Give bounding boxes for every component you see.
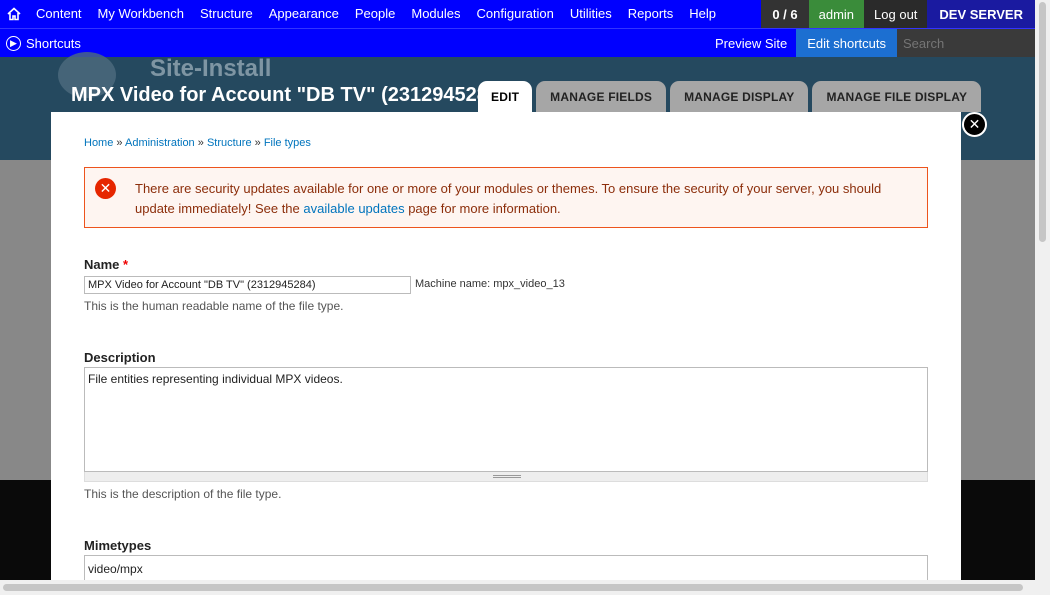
required-marker: * bbox=[123, 257, 129, 272]
tab-manage-fields[interactable]: MANAGE FIELDS bbox=[536, 81, 667, 112]
shortcuts-label: Shortcuts bbox=[26, 35, 81, 51]
edit-shortcuts-link[interactable]: Edit shortcuts bbox=[796, 29, 897, 57]
chevron-right-icon: ▶ bbox=[6, 35, 21, 51]
menu-item-reports[interactable]: Reports bbox=[620, 0, 682, 28]
breadcrumb-file-types[interactable]: File types bbox=[264, 137, 311, 149]
menu-item-utilities[interactable]: Utilities bbox=[562, 0, 620, 28]
close-icon[interactable]: ✕ bbox=[962, 112, 987, 137]
overlay-modal: Home » Administration » Structure » File… bbox=[51, 112, 961, 582]
breadcrumb-home[interactable]: Home bbox=[84, 137, 113, 149]
textarea-resize-grip[interactable] bbox=[84, 472, 928, 482]
mimetypes-label: Mimetypes bbox=[84, 538, 152, 553]
menu-item-my-workbench[interactable]: My Workbench bbox=[90, 0, 192, 28]
name-label: Name * bbox=[84, 257, 128, 272]
error-text-after: page for more information. bbox=[404, 201, 561, 216]
logout-link[interactable]: Log out bbox=[864, 0, 928, 28]
horizontal-scrollbar-thumb[interactable] bbox=[3, 584, 1023, 591]
toolbar-shortcut-actions: Preview Site Edit shortcuts bbox=[706, 29, 1035, 57]
description-field[interactable]: File entities representing individual MP… bbox=[84, 367, 928, 472]
menu-item-configuration[interactable]: Configuration bbox=[469, 0, 562, 28]
breadcrumb: Home » Administration » Structure » File… bbox=[84, 137, 311, 149]
workbench-counter[interactable]: 0 / 6 bbox=[761, 0, 809, 28]
page-title: MPX Video for Account "DB TV" (231294528… bbox=[71, 84, 491, 106]
grip-handle-icon bbox=[493, 475, 521, 478]
name-field[interactable] bbox=[84, 276, 411, 294]
tab-manage-display[interactable]: MANAGE DISPLAY bbox=[670, 81, 809, 112]
toolbar-shortcuts-row: ▶ Shortcuts Preview Site Edit shortcuts bbox=[0, 28, 1035, 57]
home-icon[interactable] bbox=[0, 0, 28, 28]
breadcrumb-separator: » bbox=[254, 137, 261, 149]
name-description: This is the human readable name of the f… bbox=[84, 299, 344, 313]
primary-tabs: EDIT MANAGE FIELDS MANAGE DISPLAY MANAGE… bbox=[478, 81, 985, 112]
description-description: This is the description of the file type… bbox=[84, 487, 282, 501]
tab-manage-file-display[interactable]: MANAGE FILE DISPLAY bbox=[812, 81, 982, 112]
available-updates-link[interactable]: available updates bbox=[303, 201, 404, 216]
preview-site-link[interactable]: Preview Site bbox=[706, 29, 796, 57]
toolbar-top-row: Content My Workbench Structure Appearanc… bbox=[0, 0, 1035, 28]
tab-edit[interactable]: EDIT bbox=[478, 81, 533, 112]
breadcrumb-administration[interactable]: Administration bbox=[125, 137, 195, 149]
breadcrumb-separator: » bbox=[197, 137, 204, 149]
menu-item-people[interactable]: People bbox=[347, 0, 403, 28]
menu-item-help[interactable]: Help bbox=[681, 0, 724, 28]
toolbar-menu: Content My Workbench Structure Appearanc… bbox=[28, 0, 724, 28]
menu-item-structure[interactable]: Structure bbox=[192, 0, 261, 28]
error-message-text: There are security updates available for… bbox=[135, 179, 920, 219]
site-name: Site-Install bbox=[150, 55, 272, 82]
vertical-scrollbar-thumb[interactable] bbox=[1039, 2, 1046, 242]
menu-item-content[interactable]: Content bbox=[28, 0, 90, 28]
search-input[interactable] bbox=[897, 29, 1035, 57]
environment-badge: DEV SERVER bbox=[927, 0, 1035, 28]
vertical-scrollbar[interactable] bbox=[1035, 0, 1050, 595]
description-label: Description bbox=[84, 350, 156, 365]
horizontal-scrollbar[interactable] bbox=[0, 580, 1035, 595]
user-link[interactable]: admin bbox=[808, 0, 865, 28]
shortcuts-toggle[interactable]: ▶ Shortcuts bbox=[0, 35, 81, 51]
breadcrumb-structure[interactable]: Structure bbox=[207, 137, 252, 149]
menu-item-appearance[interactable]: Appearance bbox=[261, 0, 347, 28]
name-label-text: Name bbox=[84, 257, 120, 272]
menu-item-modules[interactable]: Modules bbox=[403, 0, 468, 28]
breadcrumb-separator: » bbox=[116, 137, 123, 149]
error-icon: ✕ bbox=[95, 178, 116, 199]
machine-name: Machine name: mpx_video_13 bbox=[415, 278, 565, 290]
error-message: ✕ There are security updates available f… bbox=[84, 167, 928, 228]
mimetypes-field[interactable] bbox=[84, 555, 928, 582]
toolbar-user-area: 0 / 6 admin Log out DEV SERVER bbox=[761, 0, 1035, 28]
admin-toolbar: Content My Workbench Structure Appearanc… bbox=[0, 0, 1035, 57]
